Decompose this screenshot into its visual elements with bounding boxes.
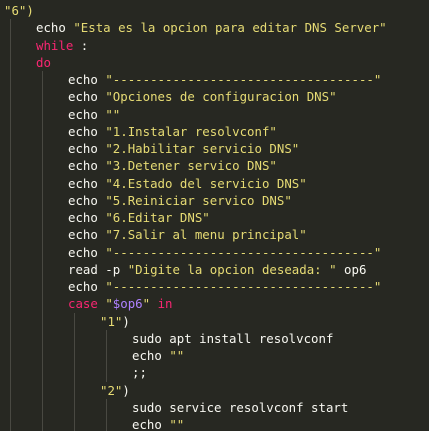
code-token: echo xyxy=(68,123,106,139)
code-token: "-----------------------------------" xyxy=(105,279,382,294)
code-token: in xyxy=(157,296,173,312)
code-token: "3.Detener servico DNS" xyxy=(105,158,277,174)
code-token: "1" xyxy=(100,313,123,329)
code-token: echo xyxy=(132,348,170,363)
code-token: echo xyxy=(132,417,170,431)
code-line[interactable]: do xyxy=(36,54,51,71)
code-token: ) xyxy=(122,382,130,398)
code-token: sudo apt install resolvconf xyxy=(132,330,334,346)
indent-guide xyxy=(74,312,75,431)
code-editor[interactable]: "6") echo "Esta es la opcion para editar … xyxy=(0,0,429,431)
code-line[interactable]: sudo service resolvconf start xyxy=(132,399,348,416)
code-token: sudo service resolvconf start xyxy=(132,399,349,415)
code-token: "Esta es la opcion para editar DNS Serve… xyxy=(73,20,387,36)
code-line[interactable]: echo "1.Instalar resolvconf" xyxy=(68,123,277,140)
code-token: "-----------------------------------" xyxy=(105,244,382,260)
code-line[interactable]: echo "----------------------------------… xyxy=(68,244,381,261)
code-token: echo xyxy=(68,89,106,105)
code-token: "7.Salir al menu principal" xyxy=(105,227,307,243)
code-line[interactable]: echo "3.Detener servico DNS" xyxy=(68,157,277,174)
code-token: echo xyxy=(68,106,106,122)
code-token: "6") xyxy=(4,3,34,18)
indent-guide xyxy=(10,19,11,431)
code-token: echo xyxy=(68,279,106,294)
code-token: echo xyxy=(68,158,106,174)
code-line[interactable]: echo "" xyxy=(132,347,184,364)
code-token: "2.Habilitar servicio DNS" xyxy=(105,141,300,156)
code-token: "1.Instalar resolvconf" xyxy=(105,123,277,139)
code-token: op6 xyxy=(336,261,367,277)
code-line[interactable]: echo "4.Estado del servicio DNS" xyxy=(68,175,307,192)
code-line[interactable]: sudo apt install resolvconf xyxy=(132,330,333,347)
code-line[interactable]: echo "" xyxy=(132,416,184,431)
code-token: " xyxy=(105,296,113,312)
code-token: ;; xyxy=(132,365,147,381)
code-token: ) xyxy=(122,313,130,329)
code-line[interactable]: "6") xyxy=(4,2,34,19)
code-line[interactable]: "1") xyxy=(100,313,130,330)
code-line[interactable]: echo "2.Habilitar servicio DNS" xyxy=(68,140,299,157)
code-token: do xyxy=(36,54,51,70)
code-line[interactable]: read -p "Digite la opcion deseada: " op6 xyxy=(68,261,366,278)
code-token: "4.Estado del servicio DNS" xyxy=(105,175,307,191)
indent-guide xyxy=(42,71,43,431)
code-token: " xyxy=(142,296,151,312)
code-line[interactable]: echo "" xyxy=(68,106,120,123)
code-token: echo xyxy=(68,244,106,260)
code-token: echo xyxy=(68,227,106,243)
code-token: "Opciones de configuracion DNS" xyxy=(105,89,337,105)
code-line[interactable]: echo "----------------------------------… xyxy=(68,278,381,295)
code-line[interactable]: echo "----------------------------------… xyxy=(68,71,381,88)
code-token: $op6 xyxy=(112,296,143,312)
code-token: echo xyxy=(36,20,74,36)
code-token: while xyxy=(36,37,74,53)
code-line[interactable]: echo "Esta es la opcion para editar DNS … xyxy=(36,19,387,36)
code-line[interactable]: while : xyxy=(36,37,88,54)
code-line[interactable]: ;; xyxy=(132,364,147,381)
indent-guide xyxy=(106,329,107,382)
code-token: echo xyxy=(68,210,106,225)
code-token: read -p xyxy=(68,261,128,277)
code-line[interactable]: echo "Opciones de configuracion DNS" xyxy=(68,88,337,105)
code-token: echo xyxy=(68,175,106,191)
code-line[interactable]: echo "7.Salir al menu principal" xyxy=(68,226,307,243)
indent-guide xyxy=(106,398,107,431)
code-token: "2" xyxy=(100,382,123,398)
code-token: case xyxy=(68,296,98,312)
code-token: : xyxy=(73,37,89,53)
code-token: "6.Editar DNS" xyxy=(105,210,210,225)
code-token: "" xyxy=(105,106,121,122)
code-token: echo xyxy=(68,141,106,156)
code-line[interactable]: echo "6.Editar DNS" xyxy=(68,209,210,226)
code-token: "" xyxy=(169,417,185,431)
code-token: "-----------------------------------" xyxy=(105,72,382,87)
code-line[interactable]: case "$op6" in xyxy=(68,295,172,312)
code-token: echo xyxy=(68,192,106,208)
code-line[interactable]: echo "5.Reiniciar servico DNS" xyxy=(68,192,292,209)
code-token: "Digite la opcion deseada: " xyxy=(127,261,337,277)
code-token: echo xyxy=(68,72,106,87)
code-line[interactable]: "2") xyxy=(100,382,130,399)
code-token: "" xyxy=(169,348,185,363)
code-token: "5.Reiniciar servico DNS" xyxy=(105,192,292,208)
